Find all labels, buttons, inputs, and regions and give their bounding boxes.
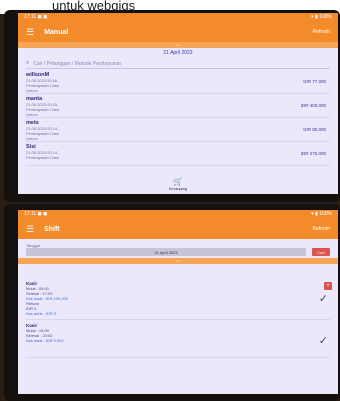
transaction-amount: IDR 80.000 <box>303 127 326 132</box>
list-item[interactable]: manta 21.05.2023 00:15 Pembayaran Cash U… <box>26 94 330 118</box>
list-item[interactable]: mets 21.05.2023 00:14 Pembayaran Cash Um… <box>26 118 330 142</box>
status-left: 17:11 ◼ ◼ <box>24 211 48 217</box>
shift-closing-cash: Kas akhir : IDR 0 <box>26 311 57 316</box>
chevron-up-icon: ︿ <box>175 258 181 264</box>
date-filter-form: Tanggal 21 April 2023 Cari <box>18 239 338 258</box>
transaction-amount: IDR 275.000 <box>300 151 326 156</box>
payment-method: Pembayaran Cash <box>26 155 60 160</box>
transaction-amount: IDR 400.000 <box>300 103 326 108</box>
refresh-button[interactable]: Refresh <box>312 226 330 232</box>
customer-type: Umum <box>26 88 38 93</box>
search-button[interactable]: Cari <box>312 248 330 256</box>
search-icon: ⌕ <box>26 60 30 66</box>
customer-type: Umum <box>26 112 38 117</box>
status-bar: 17:11 ◼ ◼ ▾ ▮ 100% <box>18 13 338 22</box>
status-right: ▾ ▮ 100% <box>311 211 332 217</box>
date-label[interactable]: 21 April 2023 <box>18 48 338 58</box>
status-right: ▾ ▮ 100% <box>311 14 332 20</box>
search-placeholder: Cari / Pelanggan / Metode Pembayaran <box>33 60 122 67</box>
search-input[interactable]: ⌕ Cari / Pelanggan / Metode Pembayaran <box>26 59 330 69</box>
hamburger-icon[interactable]: ☰ <box>26 27 34 38</box>
page-title: Manual <box>44 28 69 36</box>
shift-screen: 17:11 ◼ ◼ ▾ ▮ 100% ☰ Shift Refresh Tangg… <box>18 210 338 394</box>
hamburger-icon[interactable]: ☰ <box>26 224 34 235</box>
date-field-row: 21 April 2023 Cari <box>26 248 330 256</box>
shift-opening-cash: Kas awal : IDR 0.000 <box>26 338 64 343</box>
cart-label: Keranjang <box>168 186 188 191</box>
chevron-up-icon: ︿ <box>175 42 181 48</box>
page-title: Shift <box>44 225 60 233</box>
status-bar: 17:11 ◼ ◼ ▾ ▮ 100% <box>18 210 338 219</box>
checkmark-icon: ✓ <box>318 335 328 347</box>
cart-nav-button[interactable]: 🛒 Keranjang <box>18 177 338 192</box>
shift-item[interactable]: Kasir Mulai : 15:00 Selesai : 23:00 Kas … <box>26 320 330 358</box>
transaction-amount: IDR 77.000 <box>303 79 326 84</box>
cart-icon: 🛒 <box>173 177 183 186</box>
customer-type: Umum <box>26 136 38 141</box>
refresh-button[interactable]: Refresh <box>312 29 330 35</box>
list-item[interactable]: Sisi 21.05.2023 00:14 Pembayaran Cash ID… <box>26 142 330 166</box>
manual-screen: 17:11 ◼ ◼ ▾ ▮ 100% ☰ Manual Refresh ︿ 21… <box>18 13 338 194</box>
checkmark-icon: ✓ <box>318 293 328 305</box>
list-item[interactable]: willsonM 21.05.2023 00:16 Pembayaran Cas… <box>26 70 330 94</box>
shift-item[interactable]: Kasir Mulai : 09:00 Selesai : 17:00 Kas … <box>26 278 330 320</box>
app-bar: ☰ Shift Refresh <box>18 219 338 239</box>
app-bar: ☰ Manual Refresh <box>18 22 338 42</box>
date-field[interactable]: 21 April 2023 <box>26 248 306 256</box>
status-left: 17:11 ◼ ◼ <box>24 14 48 20</box>
